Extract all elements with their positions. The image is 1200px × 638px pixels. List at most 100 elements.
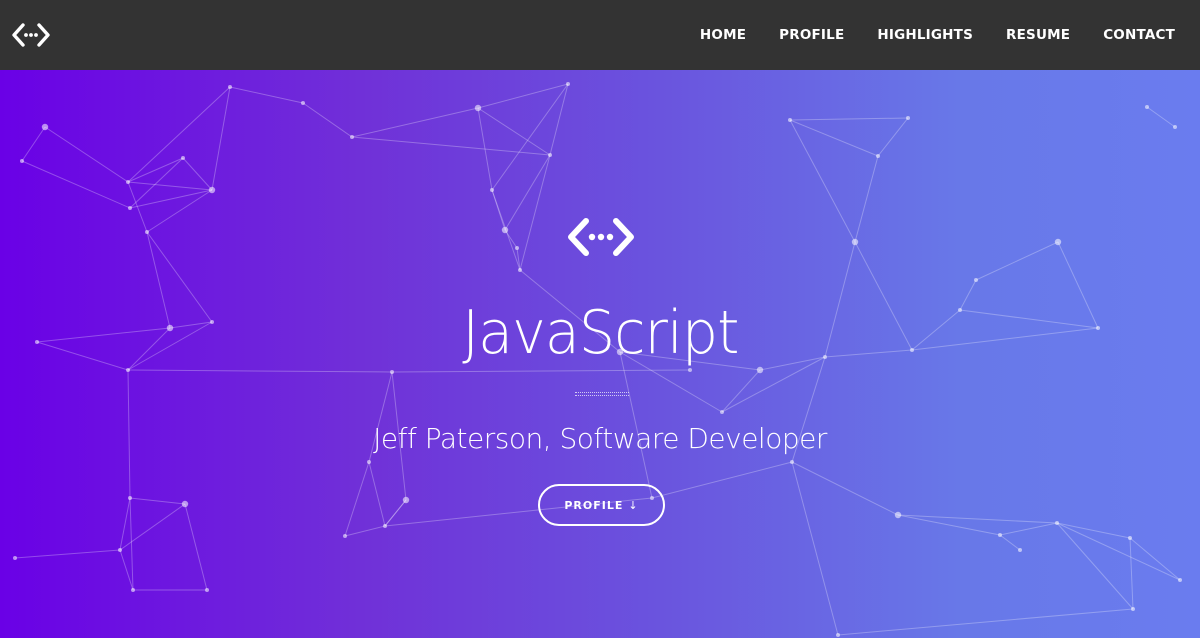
network-line [911, 309, 961, 351]
nav-highlights[interactable]: HIGHLIGHTS [877, 27, 973, 43]
network-line [897, 514, 1058, 524]
profile-button[interactable]: PROFILE ↓ [538, 484, 665, 526]
network-node [166, 324, 174, 332]
network-line [211, 86, 231, 191]
network-line [129, 497, 134, 591]
network-node [1128, 536, 1132, 540]
network-line [129, 497, 186, 505]
network-line [146, 231, 213, 323]
network-node [145, 230, 149, 234]
network-node [350, 135, 354, 139]
network-node [906, 116, 910, 120]
network-line [391, 371, 407, 501]
network-line [351, 136, 551, 156]
network-node [1055, 521, 1059, 525]
network-line [999, 522, 1058, 536]
network-line [1129, 537, 1134, 610]
network-line [491, 189, 506, 231]
nav-resume[interactable]: RESUME [1006, 27, 1070, 43]
network-line [854, 241, 913, 351]
network-line [127, 369, 131, 499]
network-node [1054, 238, 1062, 246]
network-node [181, 500, 189, 508]
network-node [128, 206, 132, 210]
network-line [119, 549, 134, 591]
network-node [301, 101, 305, 105]
network-line [854, 155, 879, 243]
network-node [998, 533, 1002, 537]
network-line [119, 503, 186, 551]
network-line [824, 349, 913, 358]
network-line [14, 549, 121, 559]
network-line [36, 327, 171, 343]
network-line [837, 608, 1134, 636]
network-line [519, 154, 551, 271]
network-node [383, 524, 387, 528]
network-node [390, 370, 394, 374]
brand-logo[interactable] [12, 23, 50, 47]
network-line [877, 117, 909, 157]
network-line [619, 351, 761, 371]
network-node [208, 186, 216, 194]
network-node [1096, 326, 1100, 330]
navbar: HOME PROFILE HIGHLIGHTS RESUME CONTACT [0, 0, 1200, 70]
network-line [791, 461, 839, 636]
network-line [391, 369, 691, 373]
network-line [959, 309, 1099, 329]
network-node [35, 340, 39, 344]
network-node [343, 534, 347, 538]
network-line [127, 86, 231, 183]
network-line [504, 154, 551, 231]
network-node [876, 154, 880, 158]
network-line [824, 241, 856, 358]
network-line [129, 189, 213, 209]
network-line [999, 534, 1021, 551]
network-node [958, 308, 962, 312]
network-line [651, 461, 793, 499]
network-line [184, 503, 208, 591]
network-line [491, 83, 569, 191]
network-node [823, 355, 827, 359]
network-line [721, 369, 761, 413]
network-node [1173, 125, 1177, 129]
nav-home[interactable]: HOME [700, 27, 746, 43]
network-node [515, 246, 519, 250]
network-line [619, 351, 723, 413]
network-line [344, 525, 386, 537]
network-line [721, 356, 826, 413]
network-line [791, 356, 826, 463]
network-line [351, 107, 479, 138]
network-node [974, 278, 978, 282]
network-line [384, 499, 407, 527]
network-line [229, 86, 304, 104]
hero-section: JavaScript Jeff Paterson, Software Devel… [0, 70, 1200, 638]
code-brackets-icon [12, 23, 50, 47]
network-line [975, 241, 1059, 281]
network-node [210, 320, 214, 324]
network-node [118, 548, 122, 552]
nav-contact[interactable]: CONTACT [1103, 27, 1175, 43]
nav-profile[interactable]: PROFILE [779, 27, 844, 43]
network-node [1145, 105, 1149, 109]
network-line [119, 497, 131, 551]
network-line [519, 269, 621, 353]
network-node [128, 496, 132, 500]
network-node [910, 348, 914, 352]
network-node [181, 156, 185, 160]
network-node [474, 104, 482, 112]
network-node [126, 368, 130, 372]
network-node [490, 188, 494, 192]
network-line [911, 327, 1099, 351]
network-line [549, 83, 569, 156]
network-node [548, 153, 552, 157]
network-line [44, 126, 129, 183]
network-line [169, 321, 213, 329]
network-node [1018, 548, 1022, 552]
network-line [789, 117, 909, 121]
network-node [1178, 578, 1182, 582]
network-line [302, 102, 353, 138]
network-node [13, 556, 17, 560]
profile-button-label: PROFILE [564, 498, 624, 512]
network-line [344, 461, 370, 537]
network-line [1056, 522, 1181, 581]
